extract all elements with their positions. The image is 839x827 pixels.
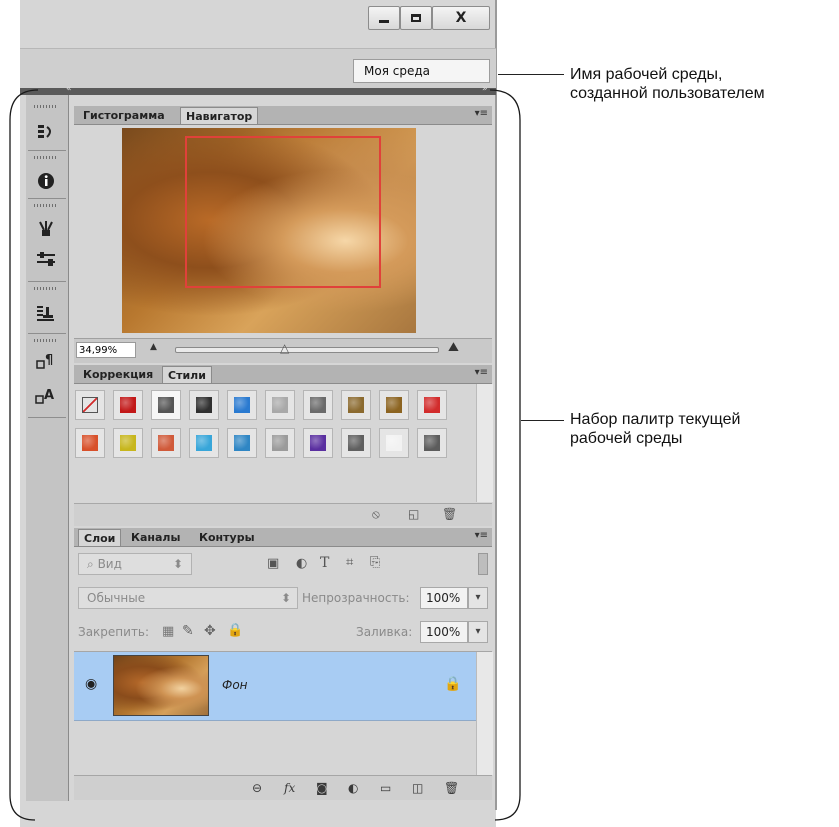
workspace-name-callout: Имя рабочей среды, созданной пользовател… <box>570 65 765 103</box>
close-icon: X <box>455 10 467 26</box>
callout-text-line: созданной пользователем <box>570 85 765 102</box>
callout-line <box>498 74 564 75</box>
maximize-button[interactable] <box>400 6 432 30</box>
panel-set-callout: Набор палитр текущей рабочей среды <box>570 410 740 448</box>
minimize-icon <box>379 19 389 23</box>
callout-text-line: Имя рабочей среды, <box>570 66 723 83</box>
minimize-button[interactable] <box>368 6 400 30</box>
callout-text-line: рабочей среды <box>570 430 683 447</box>
callout-text-line: Набор палитр текущей <box>570 411 741 428</box>
callout-line <box>521 420 564 421</box>
maximize-icon <box>411 14 421 22</box>
close-button[interactable]: X <box>432 6 490 30</box>
panels-outline <box>9 89 521 821</box>
